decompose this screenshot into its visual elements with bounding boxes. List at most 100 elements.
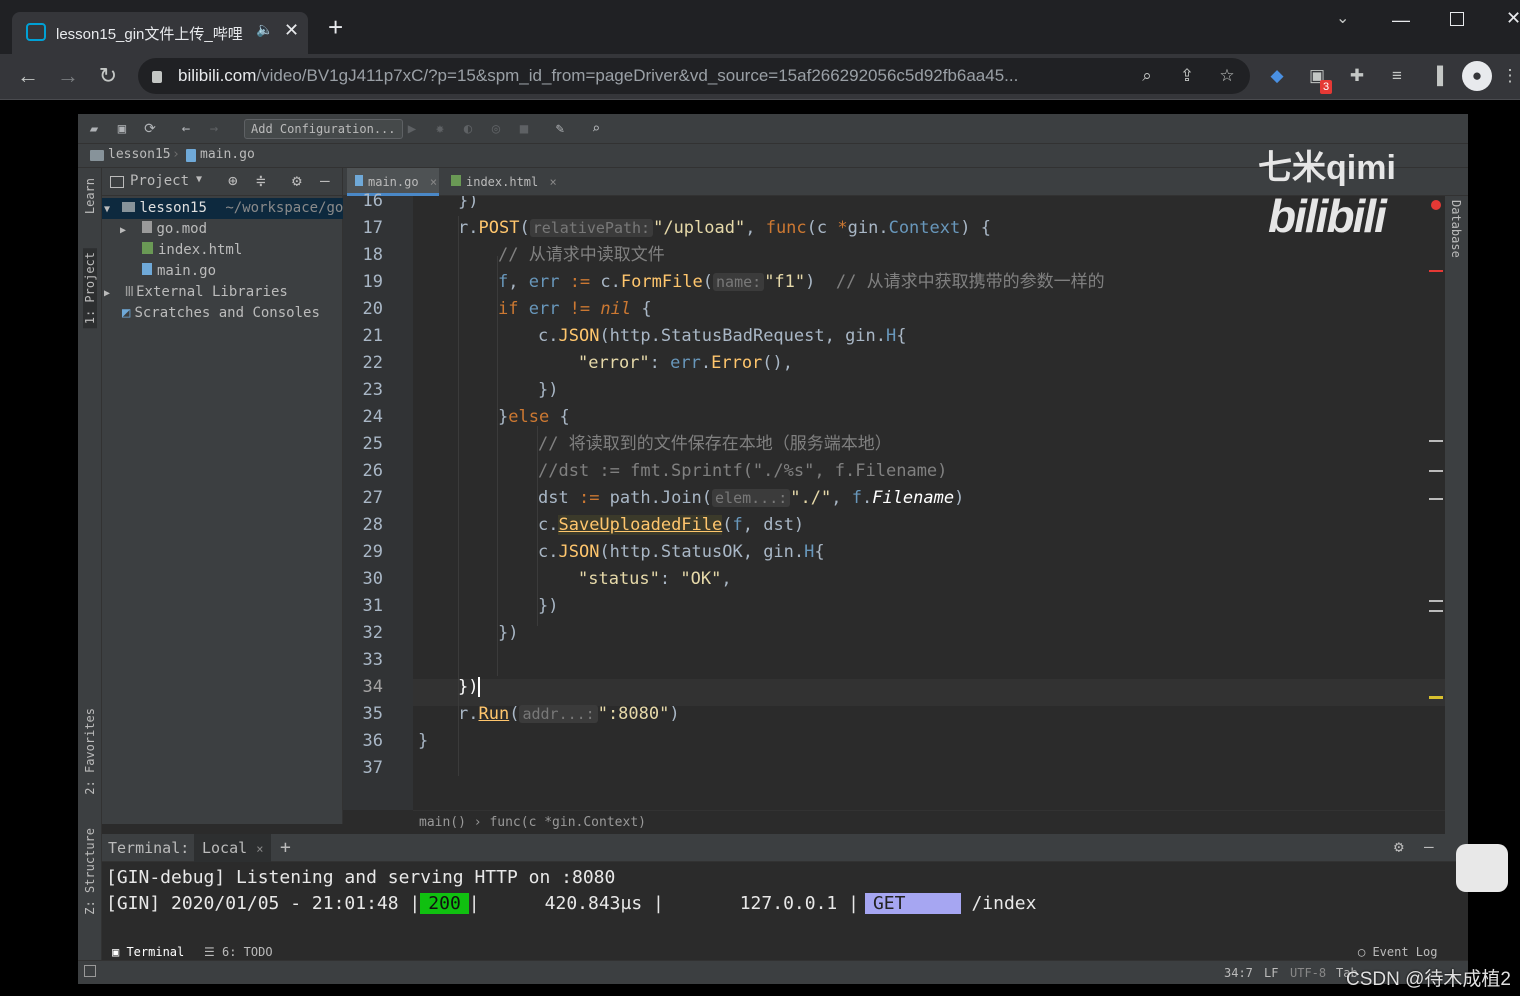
tree-scratches[interactable]: ◩ Scratches and Consoles xyxy=(122,303,320,324)
media-control-icon[interactable]: ≡ xyxy=(1382,61,1412,91)
settings-wrench-icon[interactable]: ✎ xyxy=(548,114,572,144)
project-pane: Project ▼ ⊕ ≑ ⚙ — ▼ lesson15 ~/workspace… xyxy=(102,168,343,824)
code-line-24: }else { xyxy=(498,404,570,431)
code-editor[interactable]: }) r.POST(relativePath: "/upload", func(c… xyxy=(413,196,1445,810)
tree-external-libraries[interactable]: ▶ Ⅲ External Libraries xyxy=(102,282,288,303)
event-log-tab[interactable]: ◯ Event Log xyxy=(1358,945,1437,959)
forward-icon[interactable]: → xyxy=(50,54,86,98)
tree-item-go-mod[interactable]: ▶ go.mod xyxy=(120,219,207,240)
tree-item-label: index.html xyxy=(158,242,243,258)
minimize-icon[interactable]: — xyxy=(1392,10,1410,31)
bilibili-favicon-icon xyxy=(26,23,46,41)
locate-icon[interactable]: ⊕ xyxy=(228,171,238,190)
terminal-bottom-tab[interactable]: ▣ Terminal xyxy=(112,945,184,959)
breadcrumb-project[interactable]: lesson15 xyxy=(108,147,171,162)
line-number: 20 xyxy=(362,299,383,319)
bookmark-star-icon[interactable]: ☆ xyxy=(1212,61,1242,91)
tree-item-index-html[interactable]: index.html xyxy=(142,240,242,261)
line-number: 16 xyxy=(362,191,383,211)
structure-tool-tab[interactable]: Z: Structure xyxy=(83,828,97,915)
todo-bottom-tab[interactable]: ☰ 6: TODO xyxy=(204,945,273,959)
coverage-icon[interactable]: ◐ xyxy=(456,114,480,144)
code-text: . xyxy=(700,353,712,373)
breadcrumb-file[interactable]: main.go xyxy=(200,147,255,162)
extensions-puzzle-icon[interactable]: ✚ xyxy=(1342,61,1372,91)
save-all-icon[interactable]: ▣ xyxy=(110,114,134,144)
gear-icon[interactable]: ⚙ xyxy=(292,171,302,190)
caret-position[interactable]: 34:7 xyxy=(1224,966,1253,980)
code-text: c. xyxy=(538,326,559,346)
learn-tool-tab[interactable]: Learn xyxy=(83,178,97,214)
url-path: /video/BV1gJ411p7xC/?p=15&spm_id_from=pa… xyxy=(256,66,1019,85)
code-breadcrumb-text[interactable]: main() › func(c *gin.Context) xyxy=(419,815,646,830)
line-number: 29 xyxy=(362,542,383,562)
close-icon[interactable]: × xyxy=(549,175,556,189)
back-icon[interactable]: ← xyxy=(10,54,46,98)
hide-pane-icon[interactable]: — xyxy=(320,171,330,190)
collapse-all-icon[interactable]: ≑ xyxy=(256,171,266,190)
gear-icon[interactable]: ⚙ xyxy=(1394,837,1404,856)
sync-icon[interactable]: ⟳ xyxy=(138,114,162,144)
profile-icon[interactable]: ◎ xyxy=(484,114,508,144)
scroll-mark xyxy=(1429,498,1443,500)
code-text: { xyxy=(814,542,825,562)
tree-root-lesson15[interactable]: ▼ lesson15 ~/workspace/go xyxy=(102,198,343,219)
terminal-tab-local[interactable]: Local × xyxy=(194,834,272,862)
favorites-tool-tab[interactable]: 2: Favorites xyxy=(83,708,97,795)
bilibili-tv-icon[interactable] xyxy=(1456,844,1508,892)
chevron-down-icon[interactable]: ▼ xyxy=(196,174,202,185)
browser-menu-icon[interactable]: ⋮ xyxy=(1500,61,1520,91)
line-number: 35 xyxy=(362,704,383,724)
zoom-icon[interactable]: ⌕ xyxy=(1132,61,1162,91)
address-bar[interactable]: bilibili.com/video/BV1gJ411p7xC/?p=15&sp… xyxy=(138,58,1250,94)
share-icon[interactable]: ⇪ xyxy=(1172,61,1202,91)
side-panel-icon[interactable]: ▐ xyxy=(1422,61,1452,91)
extension-gem-icon[interactable]: ◆ xyxy=(1262,61,1292,91)
go-file-icon xyxy=(186,149,196,162)
stop-icon[interactable]: ■ xyxy=(512,114,536,144)
tool-windows-icon[interactable] xyxy=(84,965,96,977)
project-view-dropdown[interactable]: Project xyxy=(130,173,189,189)
close-icon[interactable]: × xyxy=(430,175,437,189)
tab-search-icon[interactable]: ⌄ xyxy=(1336,8,1349,28)
scratches-icon: ◩ xyxy=(122,305,131,321)
terminal-header: Terminal: Local × + ⚙ — xyxy=(102,834,1468,862)
navigate-back-icon[interactable]: ← xyxy=(174,114,198,144)
go-file-icon xyxy=(142,263,152,275)
line-separator[interactable]: LF xyxy=(1264,966,1278,980)
code-text: (http.StatusBadRequest, gin. xyxy=(599,326,887,346)
reload-icon[interactable]: ↻ xyxy=(90,54,126,98)
run-configuration-dropdown[interactable]: Add Configuration... xyxy=(244,119,403,139)
new-tab-button[interactable]: + xyxy=(328,14,343,40)
browser-tab[interactable]: lesson15_gin文件上传_哔哩 🔈 ✕ xyxy=(12,12,308,54)
profile-avatar-icon[interactable]: ● xyxy=(1462,61,1492,91)
tab-audio-icon[interactable]: 🔈 xyxy=(256,21,273,38)
close-icon[interactable]: × xyxy=(256,842,263,856)
code-text: ( xyxy=(509,704,520,724)
debug-icon[interactable]: ✸ xyxy=(428,114,452,144)
project-tool-tab[interactable]: 1: Project xyxy=(83,248,97,329)
library-icon: Ⅲ xyxy=(124,284,135,300)
tab-title: lesson15_gin文件上传_哔哩 xyxy=(56,26,243,43)
scroll-mark xyxy=(1429,610,1443,612)
code-line-23: }) xyxy=(538,380,559,400)
new-terminal-icon[interactable]: + xyxy=(280,837,291,858)
hide-panel-icon[interactable]: — xyxy=(1424,837,1434,856)
project-pane-header: Project ▼ ⊕ ≑ ⚙ — xyxy=(102,168,343,196)
maximize-icon[interactable] xyxy=(1450,12,1464,26)
scroll-mark xyxy=(1429,440,1443,442)
navigate-forward-icon[interactable]: → xyxy=(202,114,226,144)
code-text: dst xyxy=(538,488,569,508)
code-text: . xyxy=(861,488,873,508)
file-encoding[interactable]: UTF-8 xyxy=(1290,966,1326,980)
tab-close-icon[interactable]: ✕ xyxy=(284,20,299,41)
close-window-icon[interactable]: ✕ xyxy=(1506,8,1520,29)
tab-index-html[interactable]: index.html × xyxy=(447,168,557,196)
open-folder-icon[interactable]: ▰ xyxy=(82,114,106,144)
code-text: } xyxy=(498,407,509,427)
search-everywhere-icon[interactable]: ⌕ xyxy=(584,114,608,144)
code-operator: := xyxy=(559,272,601,292)
run-icon[interactable]: ▶ xyxy=(400,114,424,144)
code-type: H xyxy=(804,542,815,562)
tree-item-main-go[interactable]: main.go xyxy=(142,261,216,282)
